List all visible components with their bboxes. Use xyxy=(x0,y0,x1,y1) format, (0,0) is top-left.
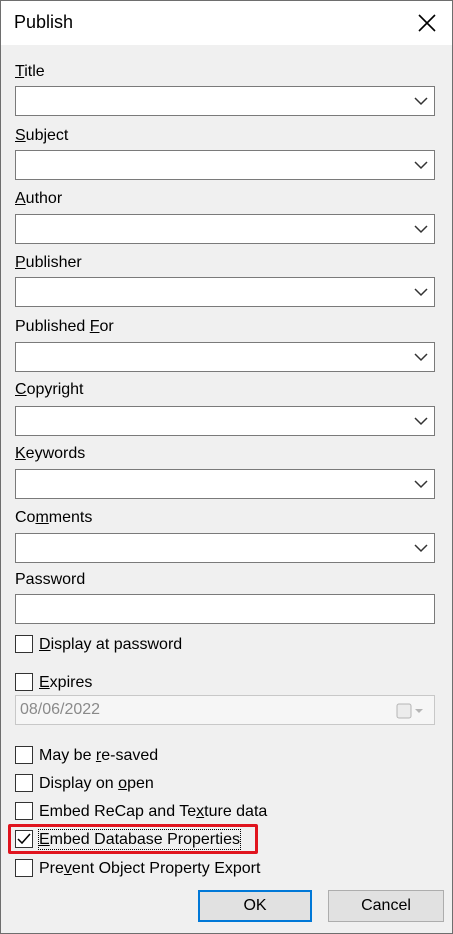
copyright-label: Copyright xyxy=(15,381,84,398)
title-combobox[interactable] xyxy=(15,86,435,116)
keywords-label: Keywords xyxy=(15,445,86,462)
publisher-combobox[interactable] xyxy=(15,277,435,307)
author-label: Author xyxy=(15,190,63,207)
display-on-open-checkbox[interactable] xyxy=(15,774,33,792)
may-be-resaved-checkbox[interactable] xyxy=(15,746,33,764)
password-input[interactable] xyxy=(15,594,435,624)
copyright-combobox[interactable] xyxy=(15,406,435,436)
display-at-password-checkbox[interactable] xyxy=(15,635,33,653)
published-for-combobox[interactable] xyxy=(15,342,435,372)
chevron-down-icon xyxy=(414,417,428,426)
ok-button[interactable]: OK xyxy=(198,890,312,922)
comments-combobox[interactable] xyxy=(15,533,435,563)
keywords-combobox[interactable] xyxy=(15,469,435,499)
chevron-down-icon xyxy=(414,353,428,362)
chevron-down-icon xyxy=(414,544,428,553)
publisher-label: Publisher xyxy=(15,254,82,271)
cancel-button[interactable]: Cancel xyxy=(328,890,444,922)
expires-date-value: 08/06/2022 xyxy=(20,701,101,718)
expires-date-picker[interactable]: 08/06/2022 xyxy=(15,695,435,725)
chevron-down-icon xyxy=(414,480,428,489)
publish-dialog: Publish Title Subject Author Publisher P… xyxy=(0,0,453,934)
expires-checkbox[interactable] xyxy=(15,673,33,691)
close-icon xyxy=(418,14,436,32)
highlight-box xyxy=(8,824,258,854)
author-combobox[interactable] xyxy=(15,214,435,244)
prevent-export-checkbox[interactable] xyxy=(15,859,33,877)
chevron-down-icon xyxy=(414,161,428,170)
subject-combobox[interactable] xyxy=(15,150,435,180)
chevron-down-icon xyxy=(414,288,428,297)
embed-recap-label: Embed ReCap and Texture data xyxy=(39,803,268,820)
embed-recap-checkbox[interactable] xyxy=(15,802,33,820)
prevent-export-label: Prevent Object Property Export xyxy=(39,860,261,877)
title-label: Title xyxy=(15,63,45,80)
password-label: Password xyxy=(15,571,86,588)
subject-label: Subject xyxy=(15,127,69,144)
calendar-icon xyxy=(396,703,423,719)
chevron-down-icon xyxy=(414,225,428,234)
chevron-down-icon xyxy=(414,97,428,106)
expires-label: Expires xyxy=(39,674,93,691)
display-on-open-label: Display on open xyxy=(39,775,154,792)
window-title: Publish xyxy=(14,12,74,32)
display-at-password-label: Display at password xyxy=(39,636,183,653)
may-be-resaved-label: May be re-saved xyxy=(39,747,159,764)
published-for-label: Published For xyxy=(15,318,114,335)
comments-label: Comments xyxy=(15,509,93,526)
close-button[interactable] xyxy=(410,7,444,39)
title-bar: Publish xyxy=(1,1,452,45)
